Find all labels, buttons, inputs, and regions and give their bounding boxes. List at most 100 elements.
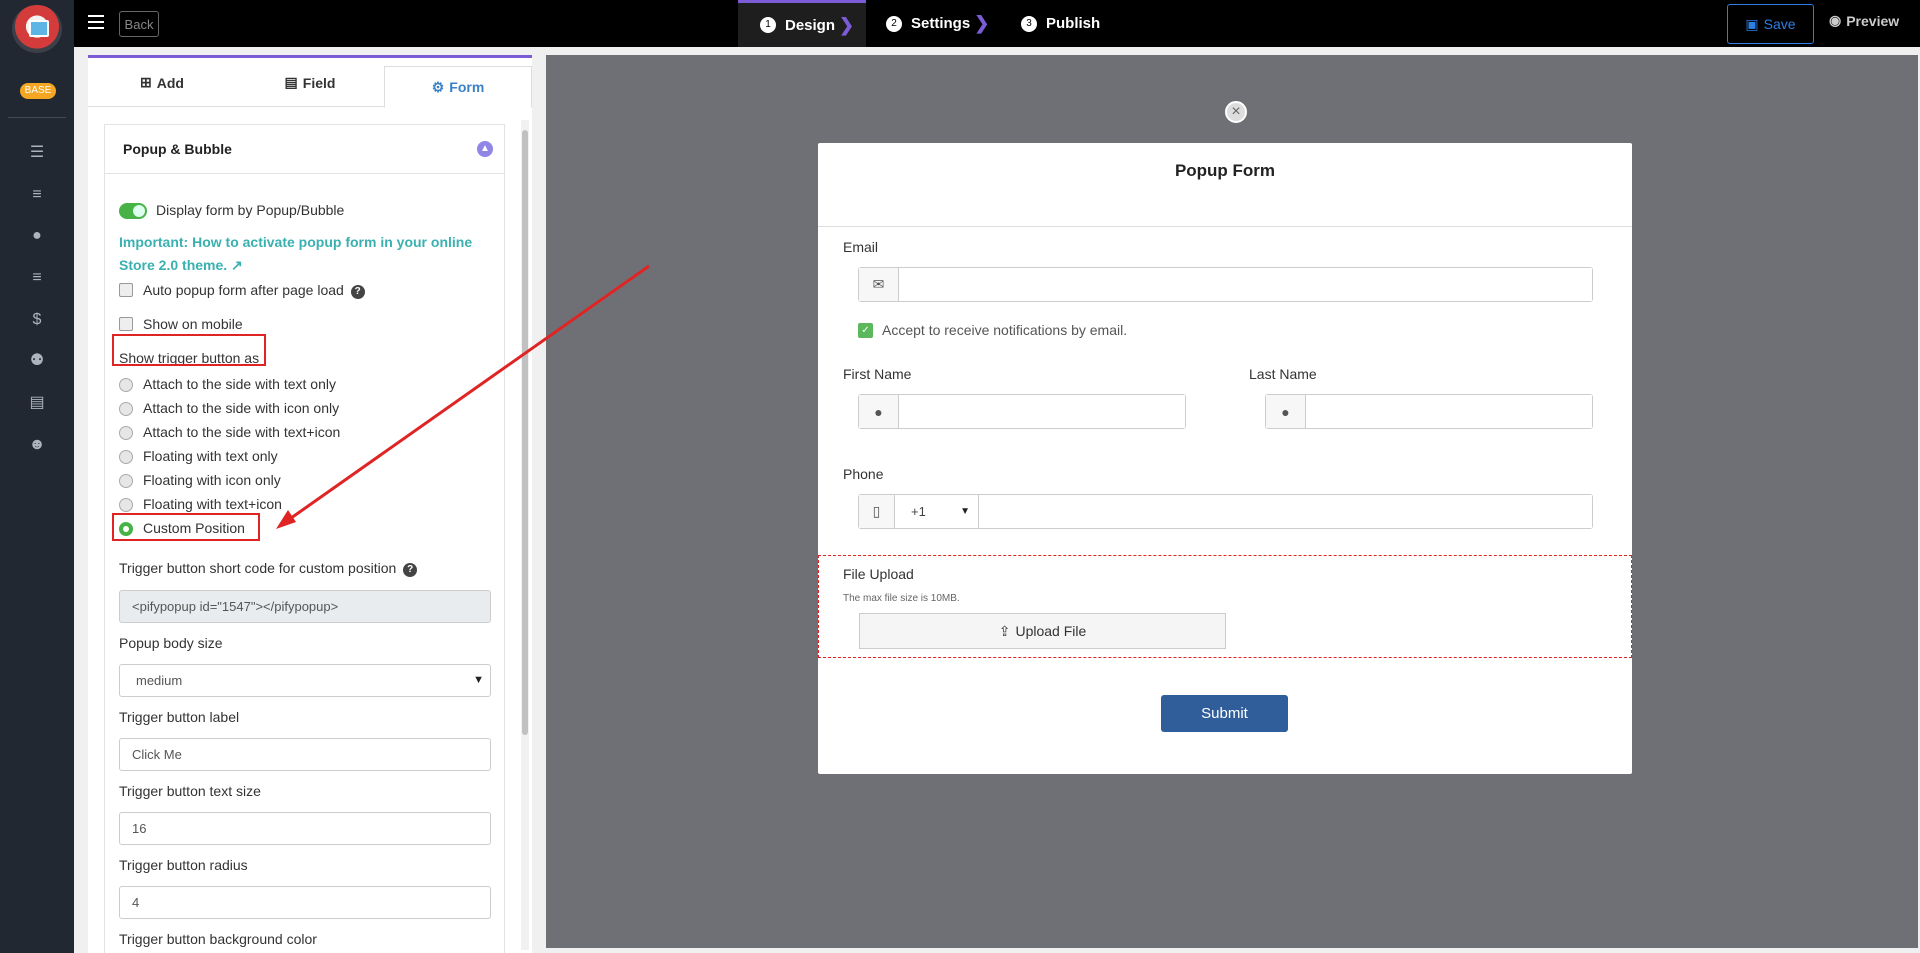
tab-form[interactable]: ⚙ Form [384, 66, 532, 108]
app-logo[interactable] [12, 5, 62, 53]
last-name-input[interactable] [1306, 395, 1592, 428]
email-input[interactable] [899, 268, 1592, 301]
tab-label: Field [302, 74, 336, 91]
display-popup-toggle[interactable] [119, 203, 147, 219]
save-button[interactable]: ▣ Save [1727, 4, 1814, 44]
last-name-label: Last Name [1249, 366, 1317, 382]
trigger-radio-side-icon[interactable] [119, 402, 133, 416]
form-title: Popup Form [1174, 161, 1276, 180]
chevron-up-icon[interactable]: ▲ [477, 141, 493, 157]
tab-field[interactable]: ▤ Field [236, 58, 384, 107]
plus-square-icon: ⊞ [140, 74, 152, 90]
highlight-custom-position [112, 513, 260, 541]
question-circle-icon[interactable]: ? [403, 563, 418, 577]
shortcode-label-row: Trigger button short code for custom pos… [119, 560, 418, 577]
trigger-option-label: Attach to the side with icon only [143, 400, 340, 416]
step-number: 1 [760, 17, 776, 33]
highlight-trigger-heading [112, 334, 266, 366]
bars-icon[interactable]: ≡ [27, 268, 47, 288]
btn-label-input[interactable]: Click Me [119, 738, 491, 771]
eye-icon: ◉ [1829, 12, 1842, 28]
list-icon[interactable]: ☰ [27, 143, 47, 163]
settings-panel: ⊞ Add ▤ Field ⚙ Form Popup & Bubble ▲ Di… [88, 55, 532, 953]
trigger-radio-side-text-icon[interactable] [119, 426, 133, 440]
close-icon[interactable]: × [1225, 101, 1247, 123]
hamburger-icon[interactable] [88, 15, 104, 29]
file-icon[interactable]: ▤ [27, 393, 47, 413]
external-link-icon: ↗ [231, 257, 243, 273]
upload-label: Upload File [1015, 623, 1087, 639]
radius-label: Trigger button radius [119, 857, 248, 873]
users-icon[interactable]: ⚉ [27, 351, 47, 371]
menu-icon[interactable]: ≡ [27, 185, 47, 205]
file-upload-zone: File Upload The max file size is 10MB. ⇪… [818, 555, 1632, 658]
file-size-hint: The max file size is 10MB. [843, 593, 960, 604]
shortcode-label: Trigger button short code for custom pos… [119, 560, 397, 576]
bg-color-label: Trigger button background color [119, 931, 317, 947]
show-mobile-checkbox[interactable] [119, 317, 133, 331]
auto-popup-row: Auto popup form after page load ? [143, 282, 365, 299]
trigger-option-label: Floating with icon only [143, 472, 281, 488]
step-settings[interactable]: 2 Settings ❯ [886, 0, 989, 47]
upload-file-button[interactable]: ⇪ Upload File [859, 613, 1226, 649]
tab-label: Add [156, 74, 184, 91]
auto-popup-label: Auto popup form after page load [143, 282, 344, 298]
link-text: Important: How to activate popup form in… [119, 234, 473, 273]
country-code-value: +1 [911, 504, 926, 519]
user-icon: ● [859, 395, 899, 428]
gear-icon: ⚙ [431, 78, 445, 95]
submit-button[interactable]: Submit [1161, 695, 1288, 732]
last-name-field: ● [1265, 394, 1593, 429]
show-mobile-label: Show on mobile [143, 316, 243, 332]
chevron-down-icon: ▼ [473, 674, 484, 686]
text-size-input[interactable]: 16 [119, 812, 491, 845]
step-label: Settings [911, 15, 971, 32]
activate-popup-link[interactable]: Important: How to activate popup form in… [119, 231, 489, 277]
panel-scrollbar[interactable] [521, 120, 529, 950]
phone-field: ▯ +1 ▼ [858, 494, 1593, 529]
upload-icon: ⇪ [998, 622, 1011, 639]
file-upload-label: File Upload [843, 566, 914, 582]
trigger-radio-side-text[interactable] [119, 378, 133, 392]
chevron-right-icon: ❯ [839, 14, 855, 35]
trigger-radio-floating-text[interactable] [119, 450, 133, 464]
trigger-radio-floating-text-icon[interactable] [119, 498, 133, 512]
tab-add[interactable]: ⊞ Add [88, 58, 236, 107]
trigger-radio-floating-icon[interactable] [119, 474, 133, 488]
form-divider [818, 226, 1632, 227]
back-button[interactable]: Back [119, 11, 159, 37]
smile-icon[interactable]: ☻ [27, 435, 47, 455]
step-design[interactable]: 1 Design ❯ [738, 0, 866, 47]
envelope-icon: ✉ [859, 268, 899, 301]
mobile-icon: ▯ [859, 495, 895, 528]
accept-checkbox[interactable]: ✓ [858, 323, 873, 338]
trigger-option-label: Attach to the side with text only [143, 376, 336, 392]
country-code-select[interactable]: +1 ▼ [895, 495, 979, 528]
tab-label: Form [449, 79, 485, 95]
step-publish[interactable]: 3 Publish [1021, 0, 1100, 47]
auto-popup-checkbox[interactable] [119, 283, 133, 297]
user-icon: ● [1266, 395, 1306, 428]
section-header[interactable]: Popup & Bubble ▲ [105, 125, 504, 174]
scrollbar-thumb[interactable] [522, 130, 528, 735]
phone-input[interactable] [979, 495, 1592, 528]
email-field: ✉ [858, 267, 1593, 302]
body-size-label: Popup body size [119, 635, 223, 651]
panel-tabs: ⊞ Add ▤ Field ⚙ Form [88, 58, 532, 108]
first-name-input[interactable] [899, 395, 1185, 428]
shortcode-field[interactable]: <pifypopup id="1547"></pifypopup> [119, 590, 491, 623]
radius-input[interactable]: 4 [119, 886, 491, 919]
rail-divider [8, 117, 66, 118]
app-rail: BASE ☰ ≡ ● ≡ $ ⚉ ▤ ☻ [0, 0, 74, 953]
plan-badge: BASE [20, 83, 56, 99]
question-circle-icon[interactable]: ? [350, 285, 365, 299]
email-label: Email [843, 239, 879, 255]
popup-form: Popup Form Email ✉ ✓ Accept to receive n… [818, 143, 1632, 774]
step-label: Publish [1046, 15, 1101, 32]
preview-button[interactable]: ◉ Preview [1829, 12, 1899, 29]
body-size-select[interactable]: medium ▼ [119, 664, 491, 697]
user-icon[interactable]: ● [27, 226, 47, 246]
floppy-disk-icon: ▣ [1745, 15, 1759, 32]
display-popup-label: Display form by Popup/Bubble [156, 202, 345, 218]
dollar-icon[interactable]: $ [27, 310, 47, 330]
